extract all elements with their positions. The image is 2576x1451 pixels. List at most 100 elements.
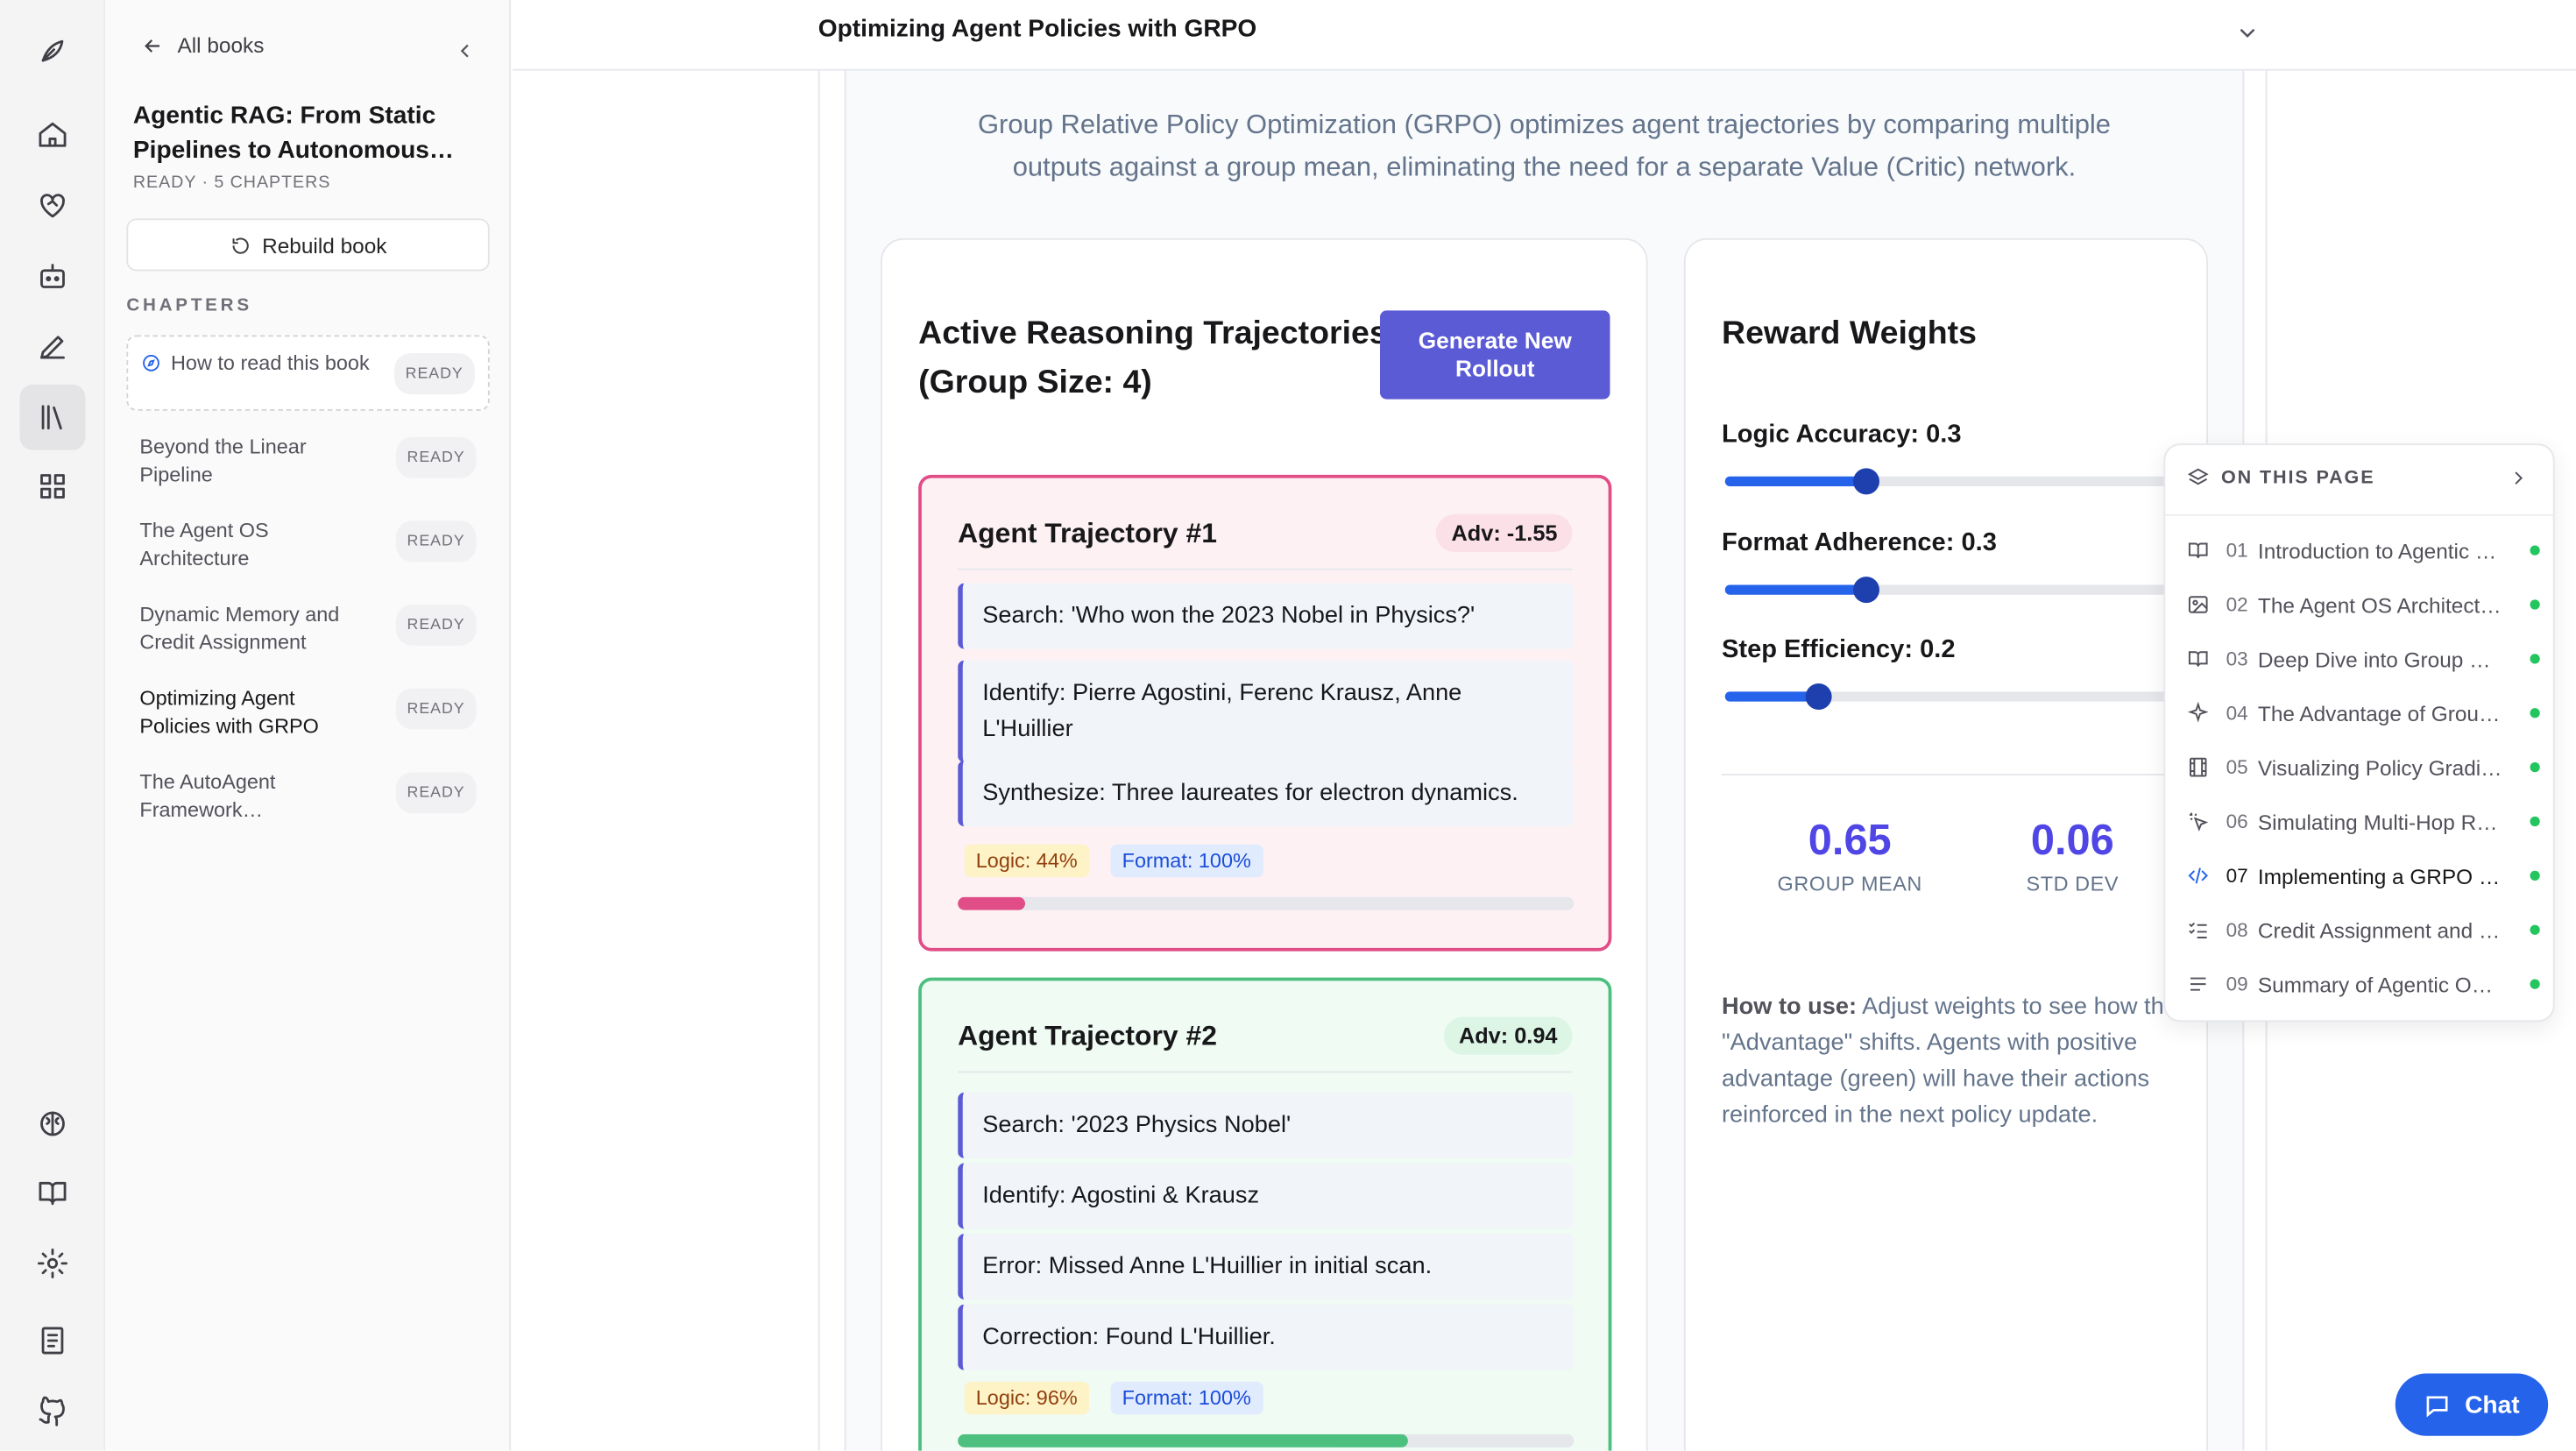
toc-number: 04	[2226, 701, 2248, 725]
format-adherence-label: Format Adherence: 0.3	[1722, 528, 1997, 557]
format-adherence-slider[interactable]	[1724, 577, 2219, 604]
slider-handle[interactable]	[1852, 468, 1879, 495]
group-mean-value: 0.65	[1808, 815, 1892, 865]
step-efficiency-slider[interactable]	[1724, 683, 2219, 710]
chapter-item-beyond-linear[interactable]: Beyond the Linear Pipeline READY	[126, 421, 489, 503]
trajectory-title: Agent Trajectory #1	[958, 517, 1217, 549]
toc-item[interactable]: 04 The Advantage of Grou…	[2187, 697, 2540, 730]
toc-item[interactable]: 07 Implementing a GRPO …	[2187, 860, 2540, 893]
trajectories-heading: Active Reasoning Trajectories (Group Siz…	[918, 315, 1388, 401]
chapter-item-agent-os[interactable]: The Agent OS Architecture READY	[126, 505, 489, 587]
ready-dot	[2530, 545, 2540, 556]
rebuild-book-button[interactable]: Rebuild book	[126, 218, 490, 272]
book-icon	[2187, 648, 2210, 670]
chapter-item-autoagent[interactable]: The AutoAgent Framework… READY	[126, 756, 489, 839]
refresh-icon	[231, 237, 248, 253]
trajectory-step: Synthesize: Three laureates for electron…	[958, 761, 1575, 827]
toc-item[interactable]: 08 Credit Assignment and …	[2187, 914, 2540, 947]
github-icon[interactable]	[30, 1388, 76, 1434]
status-badge: READY	[393, 353, 475, 394]
trajectory-title: Agent Trajectory #2	[958, 1020, 1217, 1051]
book-meta: READY · 5 CHAPTERS	[132, 172, 331, 193]
chapter-dropdown-button[interactable]	[2234, 20, 2261, 54]
trajectory-step: Identify: Pierre Agostini, Ferenc Krausz…	[958, 660, 1575, 762]
logic-accuracy-label: Logic Accuracy: 0.3	[1722, 421, 1962, 449]
group-mean-stat: 0.65 GROUP MEAN	[1768, 815, 1933, 895]
trajectory-card: Agent Trajectory #1 Adv: -1.55 Search: '…	[918, 474, 1612, 952]
chapter-item-how-to-read[interactable]: How to read this book READY	[126, 335, 490, 411]
on-this-page-heading: ON THIS PAGE	[2221, 468, 2375, 488]
ready-dot	[2530, 599, 2540, 610]
on-this-page-header[interactable]: ON THIS PAGE	[2187, 467, 2375, 490]
open-book-icon[interactable]	[30, 1170, 76, 1216]
bot-icon[interactable]	[30, 253, 76, 300]
chapter-label: Optimizing Agent Policies with GRPO	[139, 686, 319, 738]
brain-icon[interactable]	[30, 1101, 76, 1147]
slider-handle[interactable]	[1852, 577, 1879, 604]
trajectory-step: Search: 'Who won the 2023 Nobel in Physi…	[958, 583, 1575, 649]
checklist-icon	[2187, 918, 2210, 941]
chapter-label: Beyond the Linear Pipeline	[139, 435, 307, 486]
notebook-icon[interactable]	[30, 1318, 76, 1364]
toc-label: Simulating Multi-Hop R…	[2257, 809, 2498, 834]
format-score-tag: Format: 100%	[1110, 844, 1263, 878]
icon-rail	[0, 0, 105, 1451]
reward-progress-bar	[958, 1433, 1575, 1447]
divider	[958, 1071, 1573, 1073]
rebuild-book-label: Rebuild book	[262, 232, 387, 258]
grid-icon[interactable]	[30, 464, 76, 510]
toc-number: 03	[2226, 647, 2248, 670]
std-dev-value: 0.06	[2030, 815, 2114, 865]
slider-handle[interactable]	[1805, 683, 1832, 710]
logic-accuracy-slider[interactable]	[1724, 468, 2219, 495]
ready-dot	[2530, 654, 2540, 664]
chapter-item-grpo[interactable]: Optimizing Agent Policies with GRPO READ…	[126, 672, 489, 754]
chevron-down-icon	[2240, 28, 2255, 39]
chat-label: Chat	[2465, 1391, 2520, 1419]
status-badge: READY	[395, 520, 477, 563]
page-title: Optimizing Agent Policies with GRPO	[817, 14, 1257, 43]
trajectory-card: Agent Trajectory #2 Adv: 0.94 Search: '2…	[918, 977, 1612, 1451]
code-icon	[2187, 864, 2210, 887]
toc-label: Credit Assignment and …	[2257, 917, 2501, 943]
how-to-use-label: How to use:	[1722, 994, 1858, 1021]
format-score-tag: Format: 100%	[1110, 1381, 1263, 1415]
library-icon[interactable]	[19, 384, 86, 450]
trajectory-step: Search: '2023 Physics Nobel'	[958, 1092, 1575, 1158]
expand-toc-button[interactable]	[2507, 467, 2530, 499]
chevron-left-icon	[460, 44, 469, 58]
toc-item[interactable]: 06 Simulating Multi-Hop R…	[2187, 805, 2540, 839]
logic-score-tag: Logic: 96%	[964, 1381, 1089, 1415]
chapter-label: How to read this book	[171, 351, 370, 375]
all-books-link[interactable]: All books	[141, 33, 264, 58]
chapter-item-dynamic-memory[interactable]: Dynamic Memory and Credit Assignment REA…	[126, 588, 489, 670]
ready-dot	[2530, 762, 2540, 773]
collapse-sidebar-button[interactable]	[454, 39, 477, 62]
toc-number: 02	[2226, 592, 2248, 617]
generate-rollout-button[interactable]: Generate New Rollout	[1380, 310, 1610, 400]
settings-gear-icon[interactable]	[30, 1241, 76, 1287]
pen-icon[interactable]	[30, 323, 76, 370]
toc-item[interactable]: 02 The Agent OS Architect…	[2187, 588, 2540, 621]
toc-item[interactable]: 01 Introduction to Agentic …	[2187, 534, 2540, 567]
home-icon[interactable]	[30, 112, 76, 159]
toc-number: 08	[2226, 918, 2248, 942]
chapters-heading: CHAPTERS	[126, 295, 252, 316]
toc-item[interactable]: 05 Visualizing Policy Gradi…	[2187, 751, 2540, 784]
layers-icon	[2187, 468, 2209, 485]
toc-label: Summary of Agentic O…	[2257, 972, 2494, 997]
toc-label: The Agent OS Architect…	[2257, 591, 2502, 618]
divider	[2165, 513, 2553, 516]
toc-number: 01	[2226, 539, 2248, 563]
text-lines-icon	[2187, 973, 2210, 995]
toc-item[interactable]: 09 Summary of Agentic O…	[2187, 967, 2540, 1001]
chapter-label: The AutoAgent Framework…	[139, 770, 276, 822]
arrow-left-icon	[145, 39, 160, 52]
app-logo-icon[interactable]	[30, 28, 76, 74]
chat-button[interactable]: Chat	[2395, 1373, 2549, 1436]
logic-score-tag: Logic: 44%	[964, 844, 1089, 878]
heart-handshake-icon[interactable]	[30, 182, 76, 229]
chapter-label: Dynamic Memory and Credit Assignment	[139, 603, 340, 655]
toc-item[interactable]: 03 Deep Dive into Group R…	[2187, 642, 2540, 676]
reward-progress-fill	[958, 1433, 1408, 1447]
